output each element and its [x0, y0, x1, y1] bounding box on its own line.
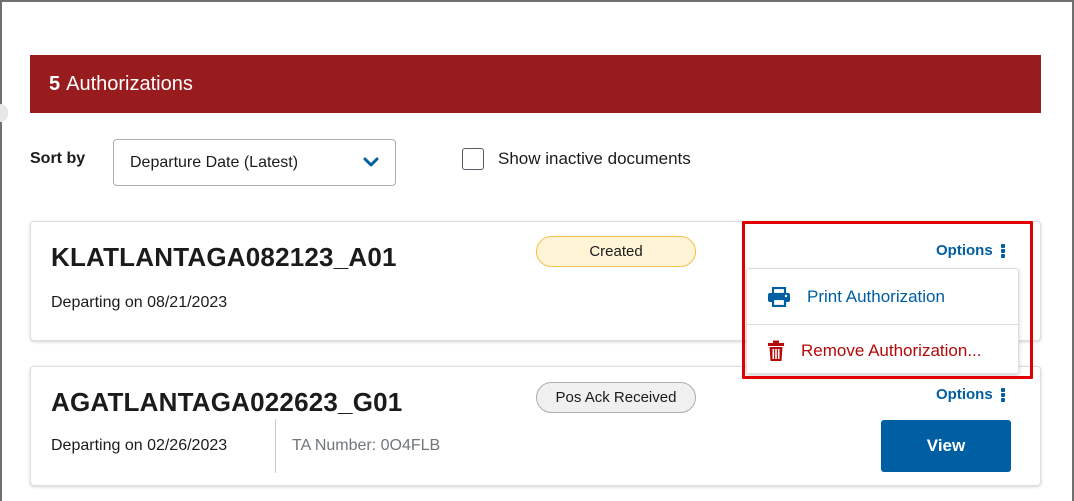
view-button[interactable]: View [881, 420, 1011, 472]
options-button[interactable]: Options [936, 386, 1005, 403]
sort-label: Sort by [30, 150, 86, 167]
authorization-title: KLATLANTAGA082123_A01 [51, 242, 397, 272]
printer-icon [768, 287, 790, 307]
options-label: Options [936, 242, 993, 259]
kebab-icon [1000, 243, 1005, 258]
sort-select[interactable]: Departure Date (Latest) [113, 139, 396, 186]
departing-date: Departing on 02/26/2023 [51, 437, 228, 454]
authorizations-header: 5 Authorizations [30, 55, 1041, 113]
print-authorization-menu-item[interactable]: Print Authorization [747, 271, 1018, 323]
trash-icon [768, 340, 784, 361]
show-inactive-label: Show inactive documents [498, 149, 691, 168]
options-label: Options [936, 386, 993, 403]
authorization-card: AGATLANTAGA022623_G01 Departing on 02/26… [30, 366, 1041, 486]
show-inactive-checkbox[interactable] [462, 148, 484, 170]
kebab-icon [1000, 387, 1005, 402]
chevron-down-icon [363, 157, 379, 167]
divider [275, 419, 276, 473]
options-button[interactable]: Options [936, 242, 1005, 259]
status-badge: Pos Ack Received [536, 382, 696, 413]
sort-select-value: Departure Date (Latest) [130, 153, 299, 171]
departing-date: Departing on 08/21/2023 [51, 294, 228, 311]
options-menu: Print Authorization Remove Authorization… [746, 268, 1019, 374]
remove-authorization-menu-item[interactable]: Remove Authorization... [747, 324, 1018, 376]
show-inactive-toggle[interactable]: Show inactive documents [462, 148, 691, 170]
remove-authorization-label: Remove Authorization... [801, 340, 982, 360]
authorization-title: AGATLANTAGA022623_G01 [51, 387, 403, 417]
ta-number: TA Number: 0O4FLB [292, 437, 441, 454]
status-badge: Created [536, 236, 696, 267]
print-authorization-label: Print Authorization [807, 287, 945, 306]
authorizations-title: Authorizations [66, 72, 193, 95]
authorizations-count: 5 [49, 72, 61, 95]
